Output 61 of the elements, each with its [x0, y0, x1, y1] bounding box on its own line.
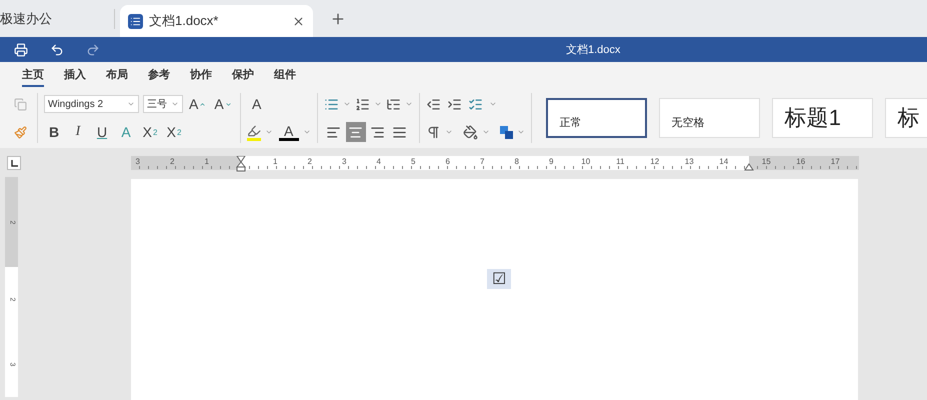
style-preset[interactable]: 标题1 — [772, 98, 873, 138]
paint-bucket-icon[interactable] — [462, 124, 478, 140]
document-text: ☑ — [487, 269, 512, 289]
checklist-icon[interactable] — [468, 96, 483, 112]
caret-icon — [516, 128, 525, 136]
caret-icon — [444, 128, 453, 136]
format-button[interactable]: I — [68, 122, 88, 142]
format-button[interactable]: X$^{2}$ — [140, 122, 160, 142]
grow-font-button[interactable]: A — [187, 94, 208, 114]
menu-tab[interactable]: 保护 — [232, 63, 254, 87]
shrink-font-button[interactable]: A — [212, 94, 234, 114]
clear-format-button[interactable]: A — [246, 94, 267, 114]
decrease-indent-icon[interactable] — [426, 96, 441, 112]
tab-label: 文档1.docx* — [149, 12, 220, 30]
caret-icon — [302, 128, 311, 136]
new-tab-icon[interactable] — [330, 11, 346, 27]
increase-indent-icon[interactable] — [446, 96, 462, 112]
document-tab[interactable]: 文档1.docx* — [120, 5, 313, 37]
caret-icon — [404, 100, 413, 108]
format-button[interactable]: U — [92, 122, 112, 142]
indent-marker-icon[interactable] — [236, 156, 246, 172]
menu-tab[interactable]: 协作 — [190, 63, 212, 87]
caret-icon — [264, 128, 273, 136]
font-select[interactable]: Wingdings 2 — [44, 95, 139, 113]
tab-stop-icon[interactable] — [7, 156, 21, 170]
bullet-list-icon[interactable] — [324, 96, 339, 112]
caret-icon — [482, 128, 490, 136]
caret-icon — [224, 100, 232, 108]
undo-icon[interactable] — [50, 42, 64, 56]
font-color-button[interactable]: A — [278, 123, 299, 141]
app-tab[interactable]: 极速办公 — [0, 9, 115, 29]
document-icon — [128, 14, 143, 28]
caret-icon — [127, 100, 135, 108]
format-button[interactable]: B — [44, 122, 64, 142]
menu-tab[interactable]: 插入 — [64, 63, 86, 87]
align-icon — [326, 124, 342, 140]
redo-icon[interactable] — [86, 42, 100, 56]
align-icon — [370, 124, 386, 140]
caret-icon — [374, 100, 382, 108]
caret-icon — [488, 100, 497, 108]
horizontal-ruler: 3 2 1 1 2 3 4 5 6 7 8 9 10 11 12 13 14 15 16 17 — [131, 156, 859, 170]
style-preset[interactable]: 正常 — [546, 98, 647, 138]
pilcrow-icon[interactable] — [426, 124, 441, 140]
style-preset[interactable]: 无空格 — [658, 98, 760, 138]
align-icon — [392, 124, 408, 140]
caret-icon — [199, 100, 206, 108]
multilevel-list-icon[interactable] — [386, 96, 401, 112]
window-title: 文档1.docx — [566, 42, 620, 57]
caret-icon — [342, 100, 351, 108]
close-icon[interactable] — [292, 14, 305, 28]
menu-tab[interactable]: 参考 — [148, 63, 170, 87]
style-preset[interactable]: 标 — [884, 98, 927, 138]
numbered-list-icon[interactable] — [354, 96, 370, 112]
menu-tab[interactable]: 布局 — [106, 63, 128, 87]
highlighter-icon[interactable] — [246, 124, 261, 140]
align-icon — [348, 124, 364, 140]
printer-icon[interactable] — [14, 42, 28, 56]
font-size-select[interactable]: 三号 — [143, 95, 183, 113]
menu-tab[interactable]: 组件 — [274, 63, 296, 87]
caret-icon — [171, 100, 179, 108]
shading-icon[interactable] — [500, 126, 513, 138]
